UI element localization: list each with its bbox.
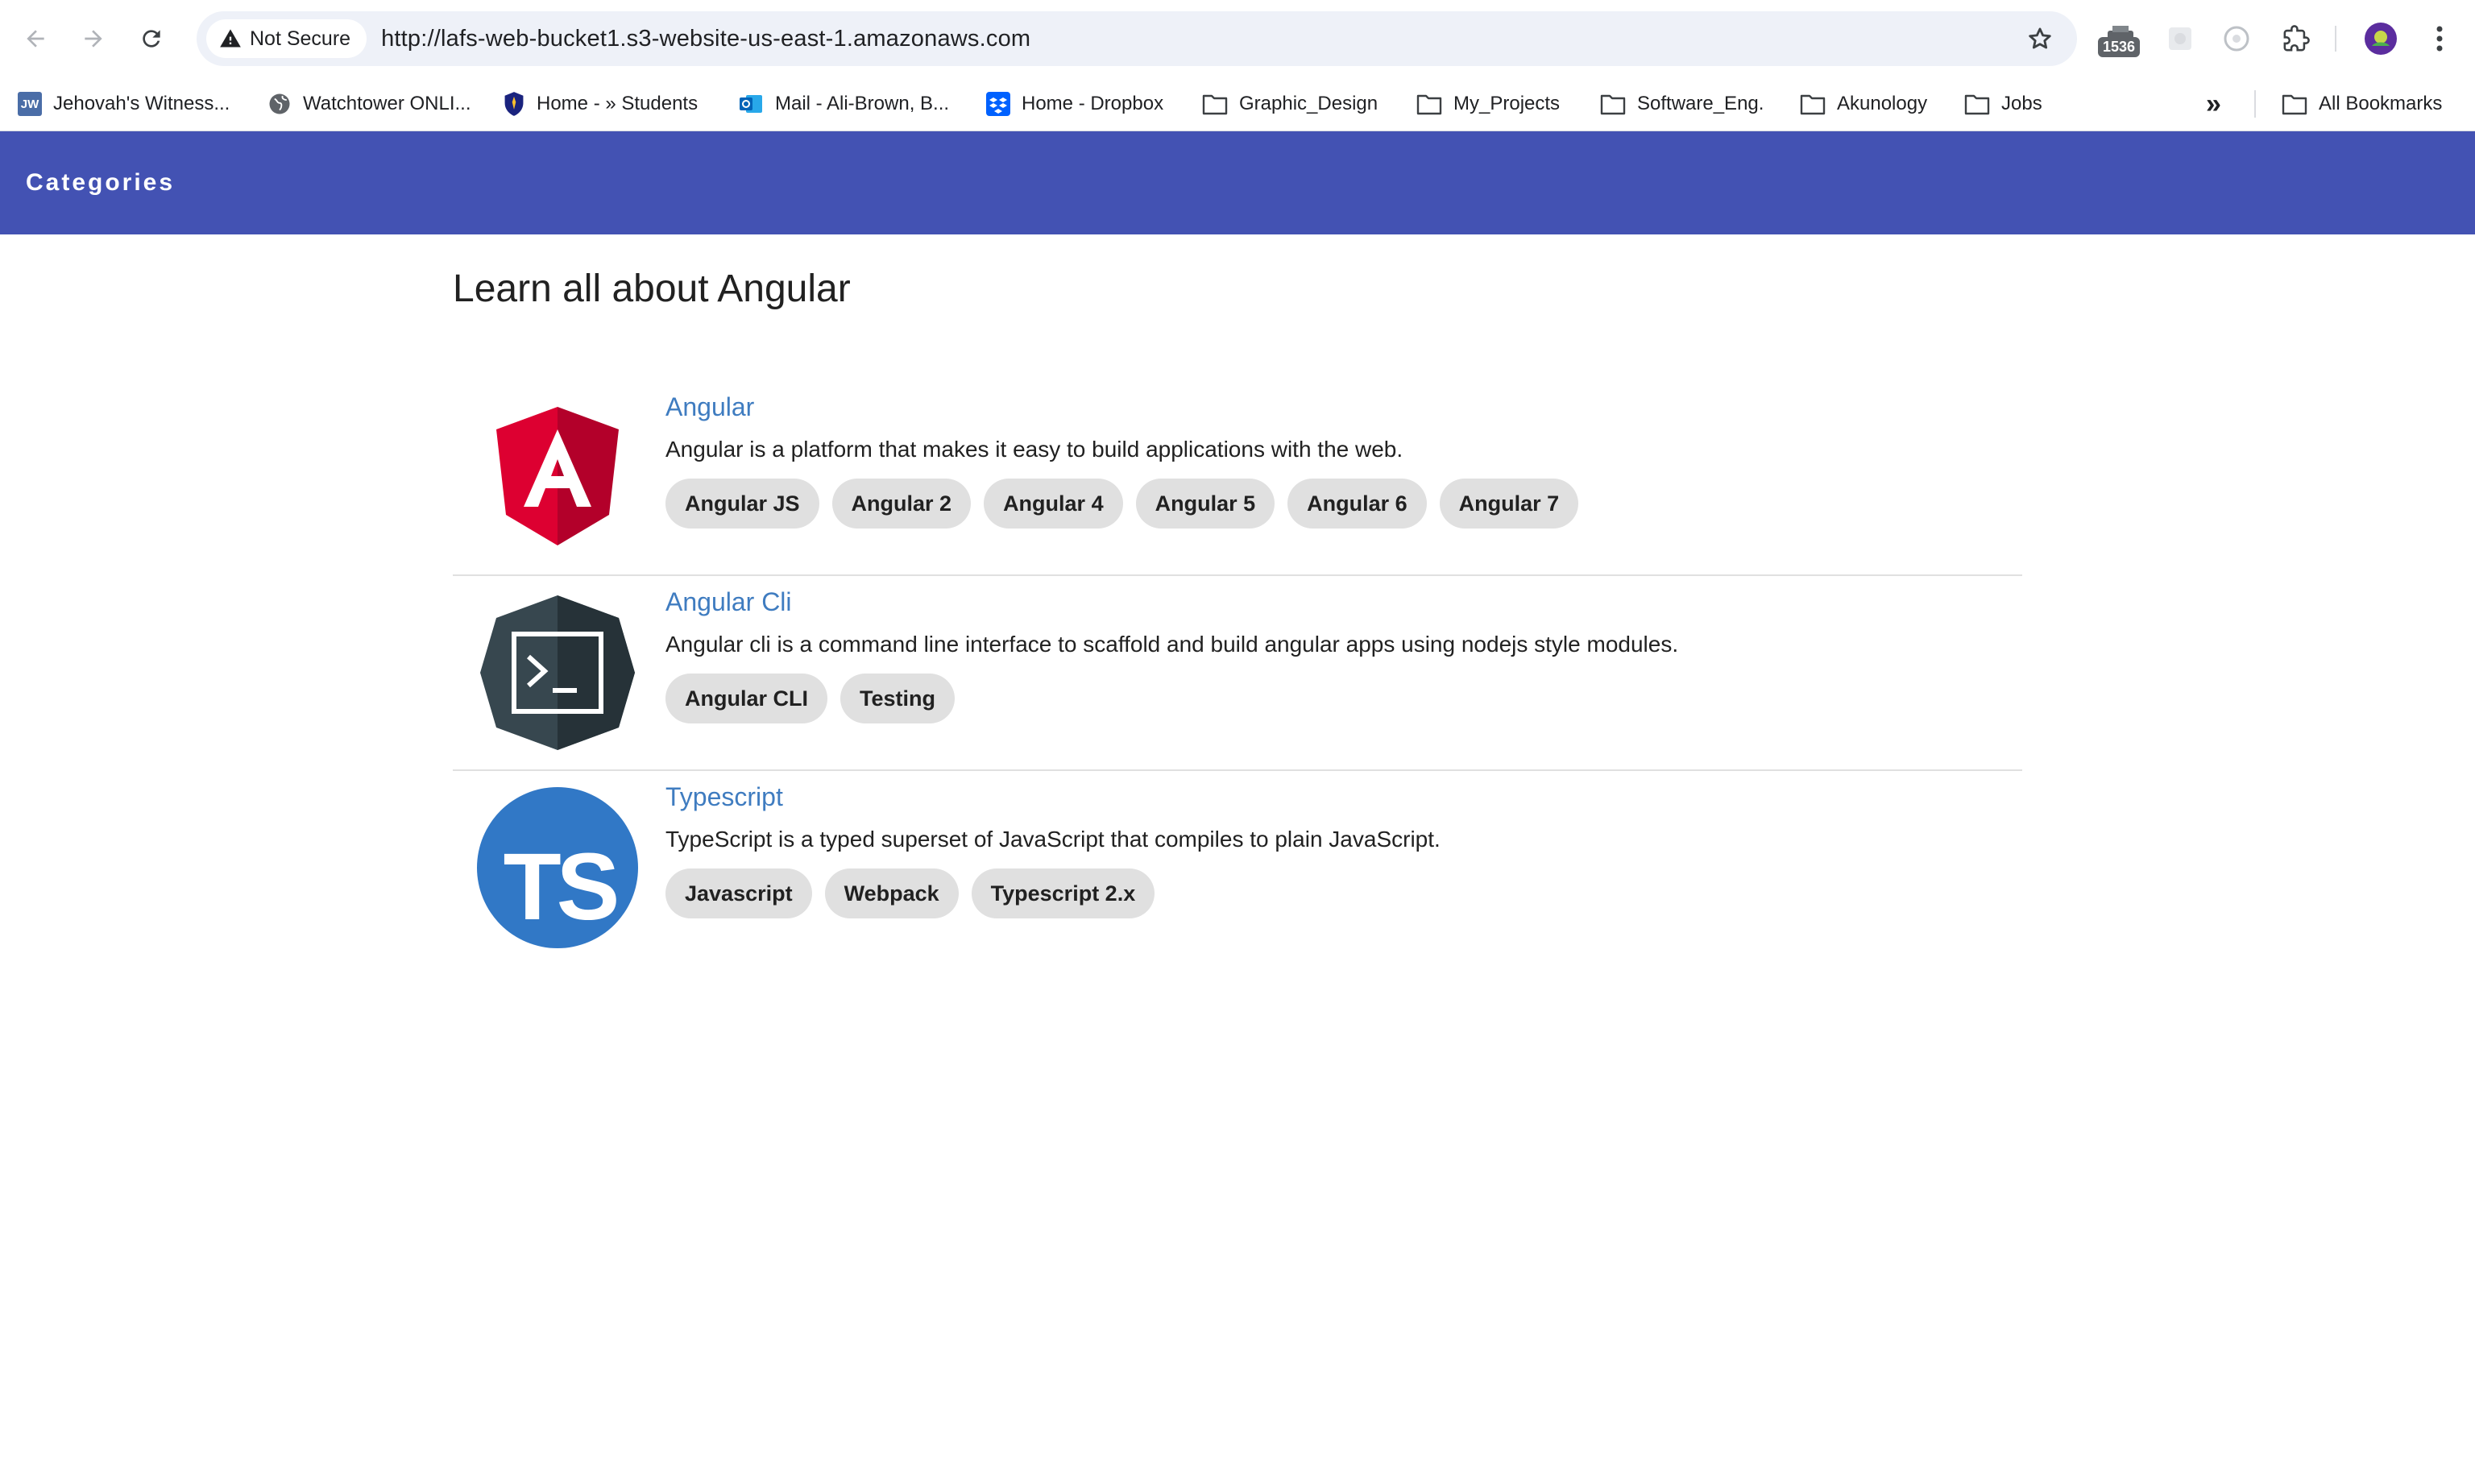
chevron-double-right-icon: » xyxy=(2206,88,2221,119)
bookmark-label: Mail - Ali-Brown, B... xyxy=(775,93,950,114)
kebab-menu-icon xyxy=(2436,26,2443,52)
bookmark-folder-my-projects[interactable]: My_Projects xyxy=(1416,85,1560,122)
category-list: Angular Angular is a platform that makes… xyxy=(453,381,2022,964)
category-description: Angular cli is a command line interface … xyxy=(665,632,1679,657)
bookmark-label: Watchtower ONLI... xyxy=(303,93,471,114)
circle-extension-icon xyxy=(2224,26,2249,52)
star-icon xyxy=(2029,27,2051,49)
tag-chip[interactable]: Angular 2 xyxy=(831,479,972,529)
folder-icon xyxy=(1800,94,1826,115)
security-chip[interactable]: Not Secure xyxy=(206,19,367,58)
terminal-logo-icon xyxy=(480,595,635,750)
typescript-logo-icon: TS xyxy=(477,787,638,948)
bookmark-folder-jobs[interactable]: Jobs xyxy=(1964,85,2042,122)
category-title-link[interactable]: Angular Cli xyxy=(665,587,792,617)
page-title: Learn all about Angular xyxy=(453,267,851,310)
arrow-left-icon xyxy=(27,30,44,48)
bookmarks-bar: JW Jehovah's Witness... Watchtower ONLI.… xyxy=(0,77,2475,131)
bookmark-watchtower[interactable]: Watchtower ONLI... xyxy=(267,85,471,122)
url-text[interactable]: http://lafs-web-bucket1.s3-website-us-ea… xyxy=(381,26,1030,52)
grid-extension-icon xyxy=(2169,27,2191,50)
extension-button-2[interactable] xyxy=(2161,15,2199,63)
security-label: Not Secure xyxy=(250,27,351,50)
reload-button[interactable] xyxy=(132,19,171,58)
list-item: Angular Angular is a platform that makes… xyxy=(453,381,2022,576)
angular-logo-icon xyxy=(496,407,619,545)
toolbar-divider xyxy=(2335,26,2336,52)
bookmark-jehovahs-witness[interactable]: JW Jehovah's Witness... xyxy=(18,85,230,122)
tag-chip[interactable]: Angular CLI xyxy=(665,674,827,723)
bookmarks-divider xyxy=(2254,90,2256,118)
shield-icon xyxy=(504,92,524,116)
bookmark-label: Home - Dropbox xyxy=(1022,93,1164,114)
bookmark-folder-software-eng[interactable]: Software_Eng. xyxy=(1600,85,1764,122)
bookmark-mail[interactable]: Mail - Ali-Brown, B... xyxy=(738,85,949,122)
tag-list: Angular CLI Testing xyxy=(665,674,2022,723)
folder-icon xyxy=(1964,94,1990,115)
typescript-logo-text: TS xyxy=(504,834,617,940)
bookmark-home-students[interactable]: Home - » Students xyxy=(503,85,698,122)
warning-triangle-icon xyxy=(220,29,241,48)
jw-icon: JW xyxy=(18,92,42,116)
bookmarks-overflow-button[interactable]: » xyxy=(2206,85,2221,122)
folder-icon xyxy=(2282,94,2307,115)
all-bookmarks-folder[interactable]: All Bookmarks xyxy=(2282,85,2442,122)
folder-icon xyxy=(1600,94,1626,115)
extensions-button[interactable] xyxy=(2277,15,2315,63)
globe-icon xyxy=(269,93,290,114)
list-item: Angular Cli Angular cli is a command lin… xyxy=(453,576,2022,771)
bookmark-star-button[interactable] xyxy=(2022,21,2058,56)
category-description: Angular is a platform that makes it easy… xyxy=(665,437,1403,462)
tag-chip[interactable]: Testing xyxy=(840,674,955,723)
extension-button-3[interactable] xyxy=(2217,15,2256,63)
browser-toolbar: Not Secure http://lafs-web-bucket1.s3-we… xyxy=(0,0,2475,77)
avatar-icon xyxy=(2365,23,2397,55)
bookmark-label: All Bookmarks xyxy=(2319,93,2443,114)
puzzle-icon xyxy=(2283,25,2310,52)
tag-chip[interactable]: Angular 4 xyxy=(984,479,1123,529)
tag-chip[interactable]: Angular JS xyxy=(665,479,819,529)
browser-menu-button[interactable] xyxy=(2422,15,2457,63)
bookmark-label: Graphic_Design xyxy=(1239,93,1378,114)
category-description: TypeScript is a typed superset of JavaSc… xyxy=(665,827,1441,852)
main-content: Learn all about Angular Angular Angular … xyxy=(453,234,2064,948)
tag-list: Javascript Webpack Typescript 2.x xyxy=(665,868,2022,918)
bookmark-label: Software_Eng. xyxy=(1637,93,1764,114)
outlook-icon xyxy=(740,95,762,113)
tag-chip[interactable]: Angular 5 xyxy=(1135,479,1275,529)
bookmark-folder-akunology[interactable]: Akunology xyxy=(1800,85,1927,122)
arrow-right-icon xyxy=(85,30,102,48)
reload-icon xyxy=(143,30,160,48)
tag-chip[interactable]: Angular 6 xyxy=(1287,479,1427,529)
category-title-link[interactable]: Angular xyxy=(665,392,754,422)
profile-avatar[interactable] xyxy=(2361,15,2401,63)
address-bar[interactable]: Not Secure http://lafs-web-bucket1.s3-we… xyxy=(197,11,2077,66)
bookmark-label: Home - » Students xyxy=(537,93,699,114)
tag-chip[interactable]: Typescript 2.x xyxy=(971,868,1155,918)
dropbox-icon xyxy=(986,92,1010,116)
category-title-link[interactable]: Typescript xyxy=(665,782,783,812)
bookmark-label: My_Projects xyxy=(1453,93,1561,114)
bookmark-label: Akunology xyxy=(1837,93,1928,114)
forward-button[interactable] xyxy=(74,19,113,58)
bookmark-dropbox[interactable]: Home - Dropbox xyxy=(986,85,1163,122)
tag-list: Angular JS Angular 2 Angular 4 Angular 5… xyxy=(665,479,2022,529)
list-item: TS Typescript TypeScript is a typed supe… xyxy=(453,771,2022,964)
tag-chip[interactable]: Angular 7 xyxy=(1439,479,1579,529)
bookmark-folder-graphic-design[interactable]: Graphic_Design xyxy=(1202,85,1378,122)
folder-icon xyxy=(1416,94,1442,115)
bookmark-label: Jobs xyxy=(2001,93,2042,114)
folder-icon xyxy=(1202,94,1228,115)
bookmark-label: Jehovah's Witness... xyxy=(53,93,230,114)
app-header: Categories xyxy=(0,131,2475,234)
back-button[interactable] xyxy=(16,19,55,58)
tag-chip[interactable]: Javascript xyxy=(665,868,812,918)
tag-chip[interactable]: Webpack xyxy=(824,868,959,918)
extension-badge: 1536 xyxy=(2098,37,2141,57)
app-brand[interactable]: Categories xyxy=(26,169,175,197)
